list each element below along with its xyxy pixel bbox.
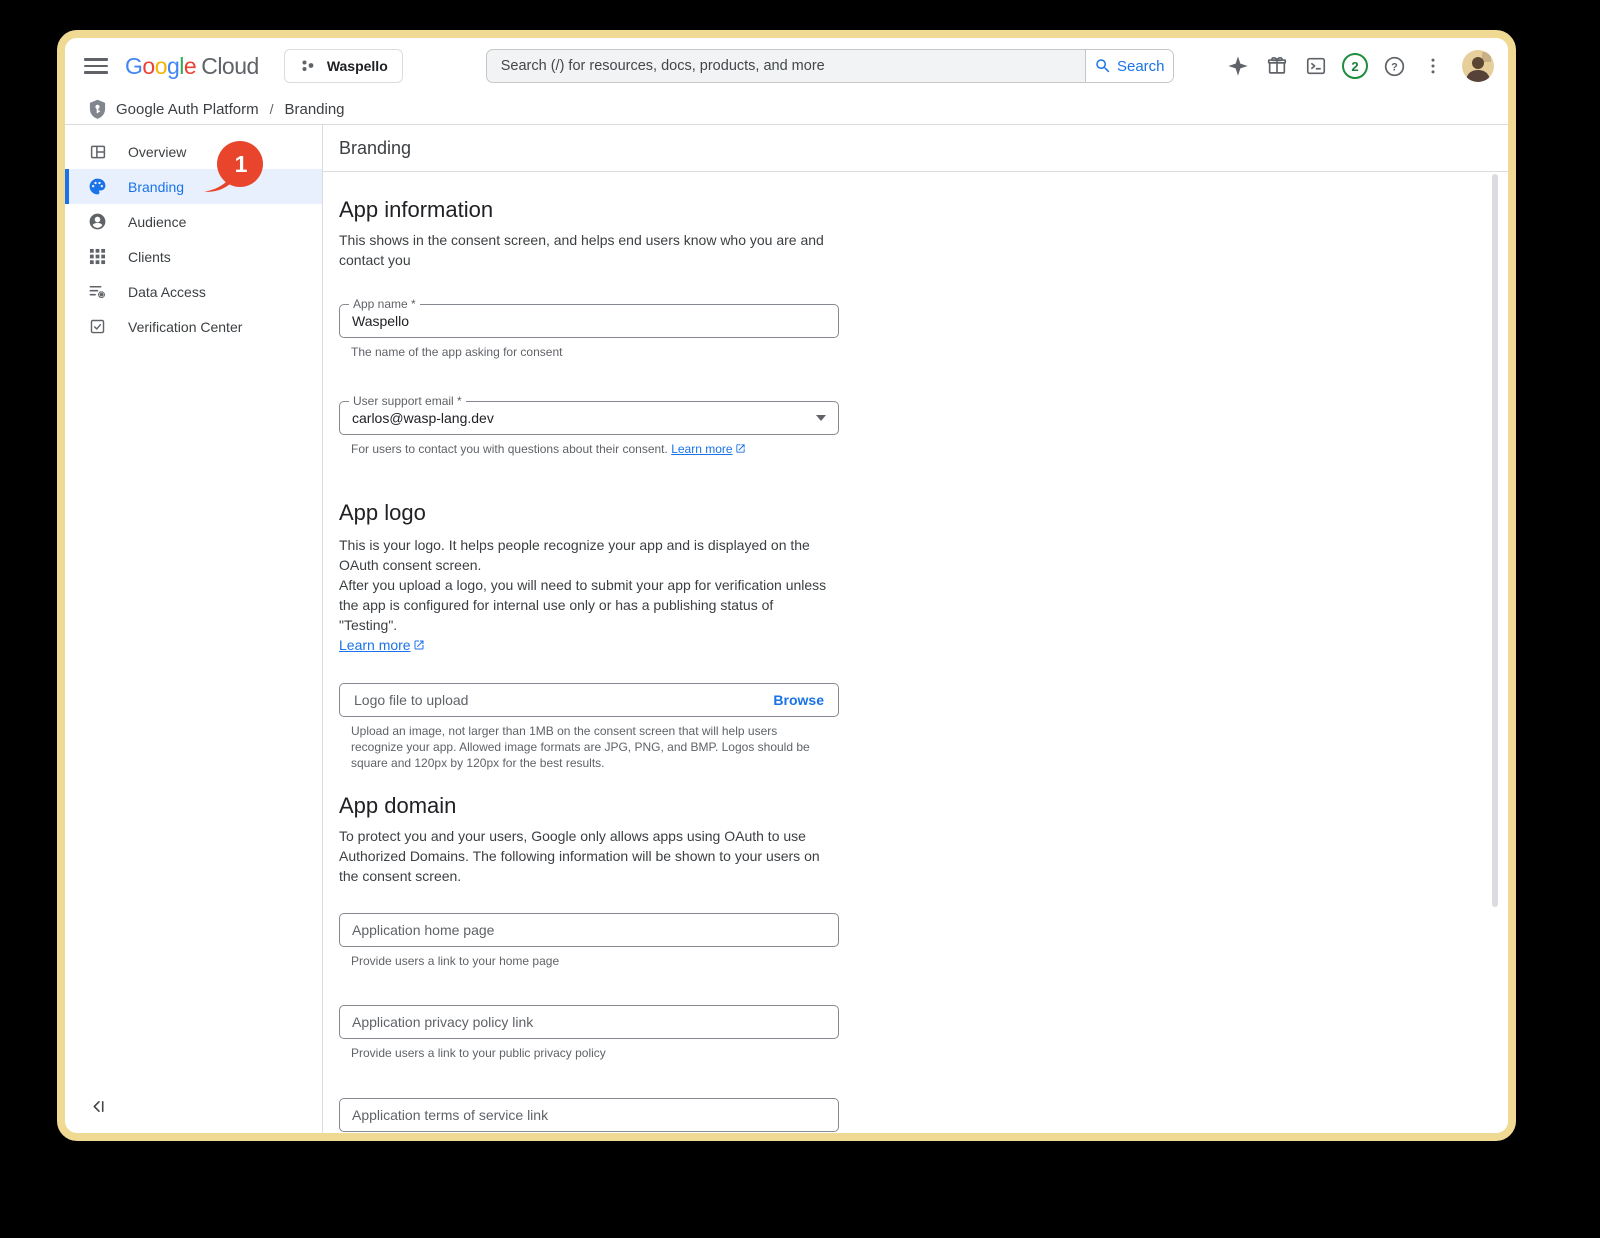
sidebar-item-overview[interactable]: Overview xyxy=(65,134,322,169)
help-icon[interactable]: ? xyxy=(1381,53,1407,79)
browser-window: Google Cloud Waspello Search (/) for reso… xyxy=(57,30,1516,1141)
breadcrumb-current: Branding xyxy=(284,100,345,118)
cloud-shell-icon[interactable] xyxy=(1303,53,1329,79)
home-page-input[interactable] xyxy=(340,914,838,946)
sidebar-item-data-access[interactable]: Data Access xyxy=(65,274,322,309)
home-page-helper: Provide users a link to your home page xyxy=(351,954,560,968)
menu-icon[interactable] xyxy=(84,54,108,78)
logo-letter: o xyxy=(142,52,155,79)
app-information-description: This shows in the consent screen, and he… xyxy=(339,232,824,268)
support-email-label: User support email * xyxy=(349,395,466,407)
privacy-policy-field xyxy=(339,1005,839,1039)
app-logo-learn-more: Learn more xyxy=(339,635,833,656)
page-title: Branding xyxy=(339,137,412,158)
search-button[interactable]: Search xyxy=(1084,50,1173,82)
terms-of-service-input[interactable] xyxy=(340,1099,838,1131)
support-email-helper: For users to contact you with questions … xyxy=(351,441,839,458)
app-logo-description-2: After you upload a logo, you will need t… xyxy=(339,577,827,633)
app-logo-description-1: This is your logo. It helps people recog… xyxy=(339,537,810,573)
logo-letter: G xyxy=(125,52,143,79)
callout-badge-number: 1 xyxy=(234,151,248,177)
chevron-down-icon xyxy=(816,415,826,421)
search-input[interactable]: Search (/) for resources, docs, products… xyxy=(487,50,1085,82)
project-name: Waspello xyxy=(326,58,388,74)
search-bar: Search (/) for resources, docs, products… xyxy=(485,49,1174,83)
browse-button[interactable]: Browse xyxy=(773,692,824,708)
logo-cloud-text: Cloud xyxy=(201,52,259,79)
app-information-heading: App information xyxy=(339,197,494,222)
main-header: Branding xyxy=(323,125,1508,172)
more-options-icon[interactable] xyxy=(1420,53,1446,79)
collapse-sidebar-icon[interactable] xyxy=(91,1099,107,1115)
support-email-field[interactable]: User support email * carlos@wasp-lang.de… xyxy=(339,395,839,435)
notification-count: 2 xyxy=(1351,58,1359,74)
logo-letter: o xyxy=(154,52,168,79)
app-domain-description: To protect you and your users, Google on… xyxy=(339,828,820,884)
vertical-scrollbar[interactable] xyxy=(1492,174,1498,907)
logo-upload-field[interactable]: Logo file to upload Browse xyxy=(339,683,839,717)
sidebar-item-label: Clients xyxy=(128,248,171,265)
breadcrumb-separator: / xyxy=(269,101,274,117)
sidebar-item-clients[interactable]: Clients xyxy=(65,239,322,274)
privacy-policy-input[interactable] xyxy=(340,1006,838,1038)
sidebar-item-branding[interactable]: Branding xyxy=(65,169,322,204)
gift-icon[interactable] xyxy=(1264,53,1290,79)
sidebar-item-audience[interactable]: Audience xyxy=(65,204,322,239)
sidebar-item-label: Data Access xyxy=(128,283,206,300)
sidebar-item-label: Verification Center xyxy=(128,318,243,335)
topbar-actions: 2 ? xyxy=(1225,50,1494,82)
shield-key-icon xyxy=(88,99,107,119)
project-selector[interactable]: Waspello xyxy=(283,49,403,83)
overview-icon xyxy=(88,142,107,161)
main-panel: Branding App information This shows in t… xyxy=(323,125,1508,1133)
callout-badge: 1 xyxy=(202,140,264,196)
google-cloud-logo[interactable]: Google Cloud xyxy=(125,53,259,80)
privacy-policy-helper: Provide users a link to your public priv… xyxy=(351,1046,606,1060)
search-button-label: Search xyxy=(1116,57,1165,75)
external-link-icon xyxy=(413,636,425,656)
sidebar-item-label: Overview xyxy=(128,143,187,160)
app-domain-heading: App domain xyxy=(339,793,457,818)
logo-letter: e xyxy=(183,52,197,79)
palette-icon xyxy=(88,177,107,196)
data-access-icon xyxy=(88,282,107,301)
gemini-icon[interactable] xyxy=(1225,53,1251,79)
logo-upload-helper: Upload an image, not larger than 1MB on … xyxy=(351,724,810,770)
logo-upload-placeholder: Logo file to upload xyxy=(354,692,469,708)
logo-letter: g xyxy=(166,52,180,79)
learn-more-link[interactable]: Learn more xyxy=(671,442,732,456)
svg-text:?: ? xyxy=(1391,61,1398,73)
external-link-icon xyxy=(735,442,746,458)
app-name-helper: The name of the app asking for consent xyxy=(351,345,563,359)
sidebar: Overview Branding Audience Clients Data … xyxy=(65,125,323,1133)
avatar[interactable] xyxy=(1462,50,1494,82)
search-icon xyxy=(1094,57,1113,76)
project-icon xyxy=(299,57,318,76)
app-name-field: App name * xyxy=(339,298,839,338)
sidebar-item-label: Branding xyxy=(128,178,185,195)
top-bar: Google Cloud Waspello Search (/) for reso… xyxy=(65,38,1508,94)
terms-of-service-field xyxy=(339,1098,839,1132)
helper-text: For users to contact you with questions … xyxy=(351,442,672,456)
learn-more-link[interactable]: Learn more xyxy=(339,637,411,653)
app-name-label: App name * xyxy=(349,298,420,310)
clients-grid-icon xyxy=(88,247,107,266)
verification-icon xyxy=(88,317,107,336)
home-page-field xyxy=(339,913,839,947)
breadcrumb-root[interactable]: Google Auth Platform xyxy=(116,101,259,118)
sidebar-item-label: Audience xyxy=(128,213,187,230)
notifications-badge[interactable]: 2 xyxy=(1342,53,1368,79)
audience-icon xyxy=(88,212,107,231)
breadcrumb: Google Auth Platform / Branding xyxy=(65,94,1508,125)
sidebar-item-verification-center[interactable]: Verification Center xyxy=(65,309,322,344)
app-logo-heading: App logo xyxy=(339,500,426,525)
